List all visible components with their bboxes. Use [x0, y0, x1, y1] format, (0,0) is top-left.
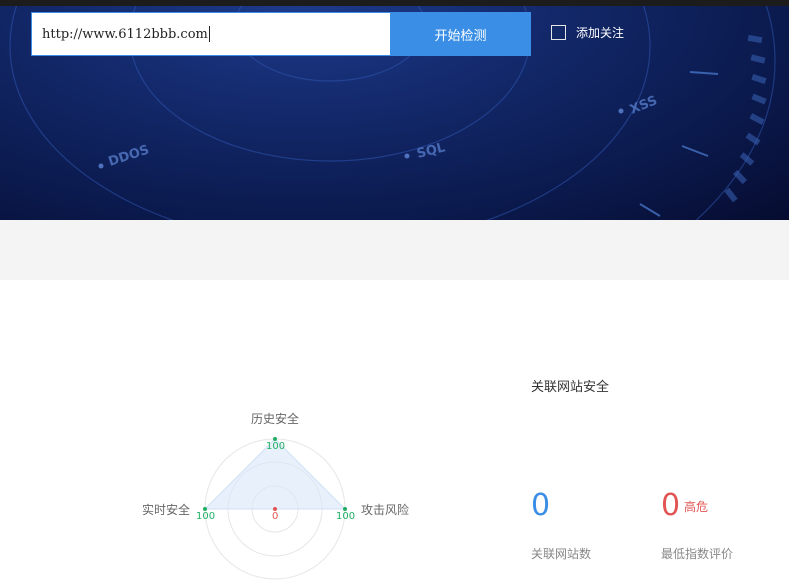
radar-value-realtime: 100	[196, 511, 216, 522]
start-scan-button[interactable]: 开始检测	[390, 12, 531, 56]
security-radar-chart: 历史安全 攻击风险 实时安全 100 100 100 0	[120, 400, 440, 587]
radar-value-history: 100	[266, 441, 286, 452]
banner-label-ddos: DDOS	[107, 143, 152, 170]
banner-label-sql: SQL	[415, 140, 446, 161]
radar-axis-label-realtime: 实时安全	[142, 503, 191, 517]
association-section-title: 关联网站安全	[531, 380, 610, 395]
banner-label-xss: XSS	[628, 93, 660, 117]
min-score-value: 0	[661, 488, 681, 523]
follow-checkbox[interactable]	[551, 25, 566, 40]
radar-value-center: 0	[272, 511, 279, 522]
url-search-value: http://www.6112bbb.com	[42, 26, 208, 42]
radar-axis-label-history: 历史安全	[251, 412, 300, 426]
radar-axis-label-attack: 攻击风险	[361, 503, 410, 517]
follow-label: 添加关注	[576, 26, 625, 40]
radar-svg	[203, 437, 347, 580]
radar-value-attack: 100	[336, 511, 356, 522]
text-caret	[208, 26, 210, 42]
associated-site-count-label: 关联网站数	[531, 547, 592, 561]
url-search-input[interactable]: http://www.6112bbb.com	[31, 12, 391, 56]
risk-level-badge: 高危	[684, 500, 709, 514]
min-score-label: 最低指数评价	[661, 547, 734, 561]
section-divider	[0, 220, 789, 280]
associated-site-count: 0	[531, 488, 551, 523]
follow-toggle[interactable]: 添加关注	[551, 24, 624, 41]
